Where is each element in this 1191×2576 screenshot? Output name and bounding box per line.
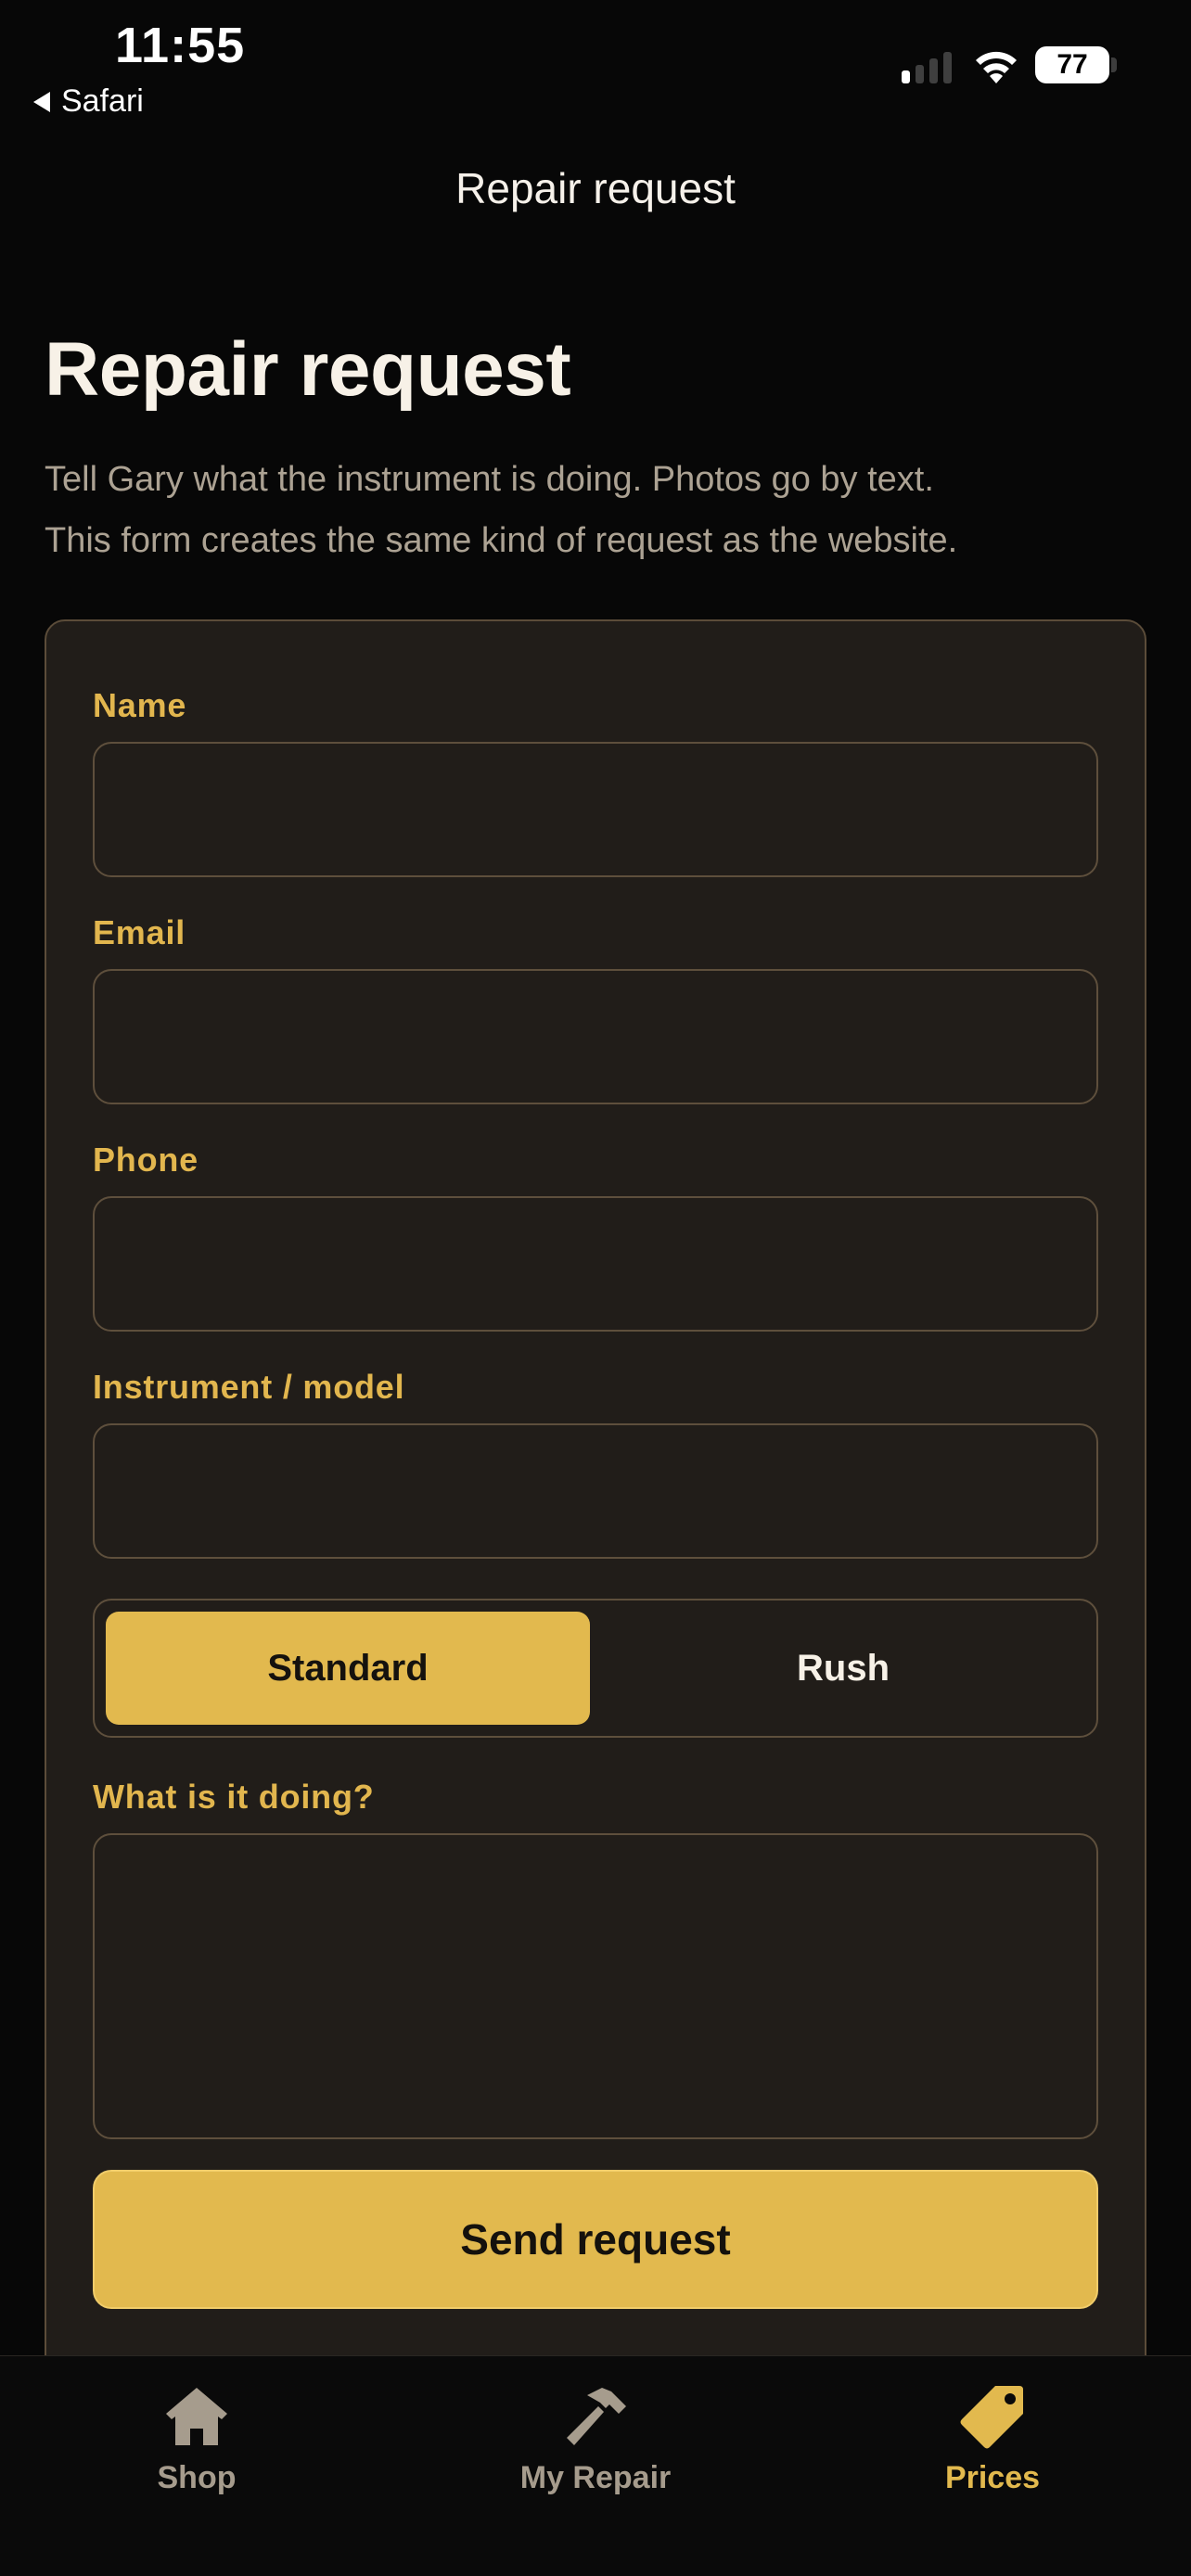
tab-prices-label: Prices (944, 2460, 1041, 2495)
issue-label: What is it doing? (93, 1778, 375, 1816)
hammer-icon (567, 2388, 626, 2445)
tab-shop-label: Shop (157, 2460, 237, 2495)
intro-line-2: This form creates the same kind of reque… (45, 521, 958, 560)
instrument-label: Instrument / model (93, 1368, 405, 1406)
instrument-field[interactable] (93, 1423, 1098, 1559)
back-to-safari-button[interactable]: Safari (33, 83, 144, 120)
name-field[interactable] (93, 742, 1098, 877)
nav-title: Repair request (455, 164, 736, 212)
status-bar: 11:55 Safari 77 (0, 0, 1191, 130)
repair-form-card: Name Email Phone Instrument / model Stan… (45, 619, 1146, 2381)
back-app-label: Safari (61, 83, 144, 119)
cellular-signal-icon (902, 50, 952, 83)
tab-prices[interactable]: Prices (853, 2382, 1132, 2496)
tab-bar: Shop My Repair Prices (0, 2355, 1191, 2576)
email-label: Email (93, 913, 186, 951)
phone-field[interactable] (93, 1196, 1098, 1332)
status-time: 11:55 (115, 18, 246, 73)
tab-shop[interactable]: Shop (58, 2382, 336, 2496)
phone-label: Phone (93, 1141, 199, 1179)
wifi-icon (976, 51, 1017, 83)
tab-my-repair-label: My Repair (519, 2460, 672, 2495)
tab-my-repair[interactable]: My Repair (456, 2382, 735, 2496)
price-tag-icon (960, 2386, 1023, 2449)
issue-description-field[interactable] (93, 1833, 1098, 2139)
priority-option-rush[interactable]: Rush (601, 1612, 1085, 1725)
priority-option-standard[interactable]: Standard (106, 1612, 590, 1725)
battery-level: 77 (1057, 49, 1088, 80)
battery-icon: 77 (1035, 46, 1109, 83)
battery-tip (1111, 57, 1117, 72)
email-field[interactable] (93, 969, 1098, 1104)
house-icon (166, 2388, 227, 2445)
back-arrow-icon (33, 91, 50, 112)
send-request-button[interactable]: Send request (93, 2170, 1098, 2309)
intro-line-1: Tell Gary what the instrument is doing. … (45, 460, 934, 499)
name-label: Name (93, 686, 187, 724)
priority-segmented-control: Standard Rush (93, 1599, 1098, 1738)
intro-text: Tell Gary what the instrument is doing. … (45, 449, 1158, 571)
page-title: Repair request (45, 327, 571, 412)
